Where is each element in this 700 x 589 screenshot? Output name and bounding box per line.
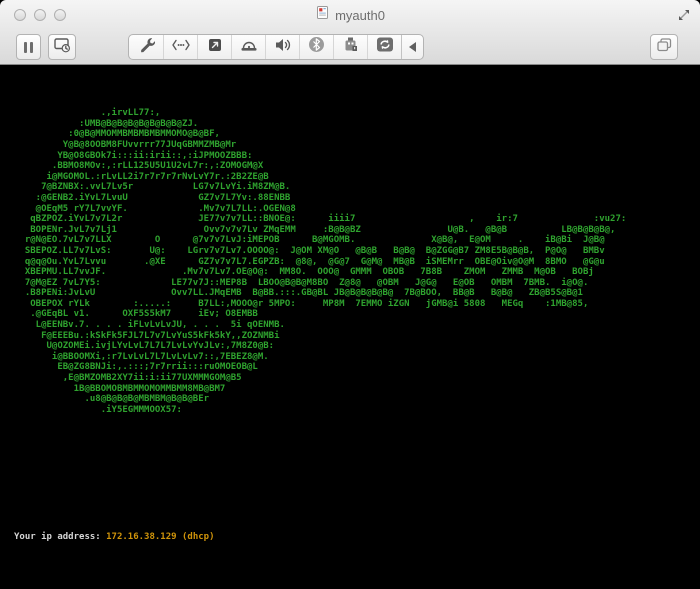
refresh-icon [376, 36, 394, 58]
collapse-arrow-icon [409, 42, 416, 52]
device-toolbar [128, 34, 424, 60]
ip-address-value: 172.16.38.129 (dhcp) [106, 531, 215, 542]
hard-disk-icon [207, 37, 223, 58]
display-mode-button[interactable] [650, 34, 678, 60]
sound-button[interactable] [265, 35, 299, 59]
usb-device-button[interactable] [333, 35, 367, 59]
vm-document-icon [315, 5, 330, 25]
bluetooth-icon [308, 36, 325, 58]
vm-window: myauth0 .,irvLL77:,:UMB@B@B@B@B@B@B@B@Z… [0, 0, 700, 589]
settings-button[interactable] [129, 35, 163, 59]
toolbar [0, 30, 700, 64]
hard-disk-button[interactable] [197, 35, 231, 59]
auth0-ascii-logo: .,irvLL77:, :UMB@B@B@B@B@B@B@B@ZJ. :0@B@… [24, 108, 627, 415]
pause-icon [24, 41, 33, 53]
fullscreen-icon[interactable] [677, 8, 691, 22]
vm-console-screen[interactable]: .,irvLL77:, :UMB@B@B@B@B@B@B@B@ZJ. :0@B@… [0, 65, 700, 589]
collapse-toolbar-button[interactable] [401, 35, 423, 59]
window-title-group: myauth0 [315, 5, 385, 25]
minimize-button[interactable] [34, 9, 46, 21]
window-controls [14, 0, 66, 30]
snapshot-icon [53, 36, 71, 59]
network-adapter-icon [171, 38, 191, 57]
wrench-icon [138, 36, 155, 58]
close-button[interactable] [14, 9, 26, 21]
snapshot-button[interactable] [48, 34, 76, 60]
refresh-button[interactable] [367, 35, 401, 59]
usb-device-icon [342, 36, 359, 58]
window-chrome: myauth0 [0, 0, 700, 65]
zoom-button[interactable] [54, 9, 66, 21]
titlebar[interactable]: myauth0 [0, 0, 700, 30]
pause-button[interactable] [16, 34, 41, 60]
display-windows-icon [656, 37, 673, 57]
cd-drive-icon [240, 37, 258, 58]
ip-address-line: Your ip address: 172.16.38.129 (dhcp) [14, 532, 700, 543]
cd-dvd-button[interactable] [231, 35, 265, 59]
bluetooth-button[interactable] [299, 35, 333, 59]
network-adapter-button[interactable] [163, 35, 197, 59]
sound-icon [274, 37, 292, 58]
ip-address-label: Your ip address: [14, 531, 107, 542]
window-title: myauth0 [335, 7, 385, 23]
